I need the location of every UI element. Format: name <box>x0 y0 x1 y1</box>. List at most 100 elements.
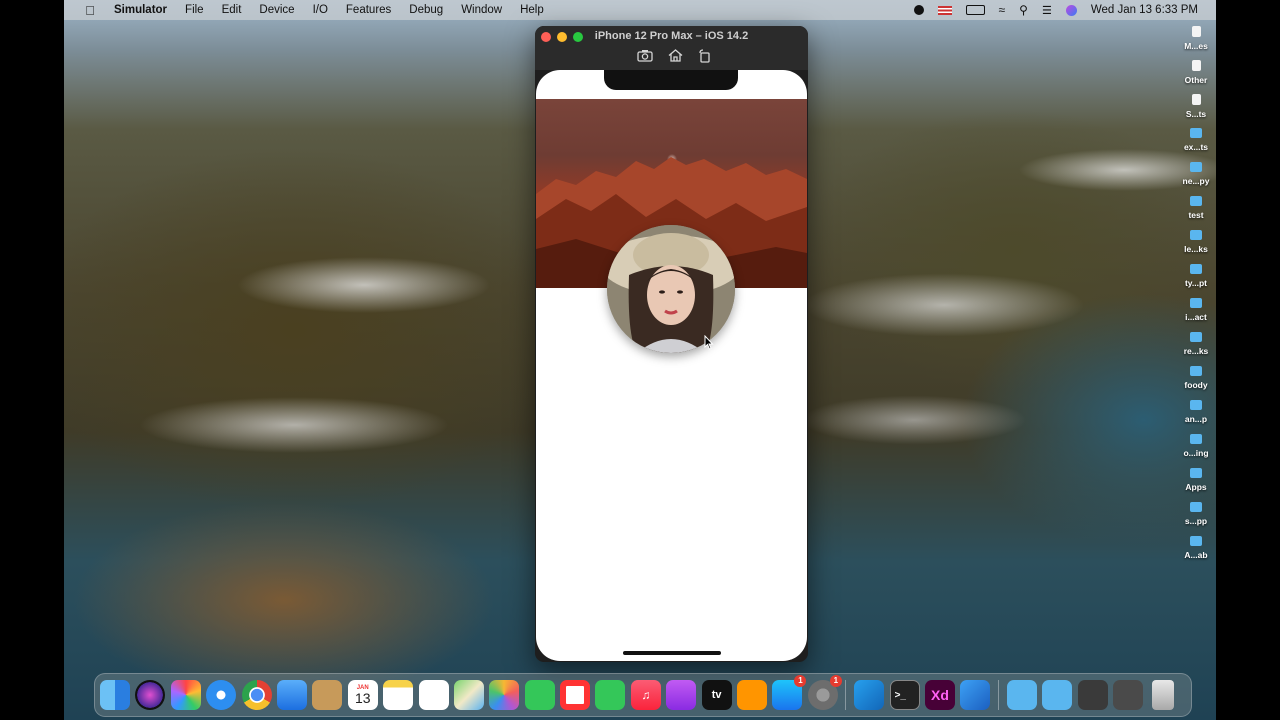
screenshot-thumb-icon[interactable] <box>1112 680 1143 710</box>
apple-icon[interactable]:  <box>80 3 100 18</box>
iphone-screen[interactable] <box>536 70 807 661</box>
photos-icon[interactable] <box>489 680 520 710</box>
folder-icon <box>1190 434 1202 444</box>
desktop-item[interactable]: Other <box>1176 60 1216 92</box>
file-icon <box>1191 60 1201 71</box>
home-indicator[interactable] <box>623 651 721 655</box>
menu-features[interactable]: Features <box>346 4 391 16</box>
finder-icon[interactable] <box>100 680 130 710</box>
folder-icon <box>1190 502 1202 512</box>
folder-icon <box>1190 536 1202 546</box>
calendar-day: 13 <box>354 690 371 706</box>
desktop-item[interactable]: an...p <box>1176 400 1216 432</box>
appstore-icon[interactable]: 1 <box>772 675 807 710</box>
rotate-icon[interactable] <box>698 49 712 66</box>
wifi-icon[interactable]: ≈ <box>999 3 1006 17</box>
menu-clock[interactable]: Wed Jan 13 6:33 PM <box>1091 4 1198 16</box>
menu-bar:  Simulator File Edit Device I/O Feature… <box>64 0 1216 20</box>
desktop-icons: M...es Other S...ts ex...ts ne...py test… <box>1176 24 1216 568</box>
menu-app-name[interactable]: Simulator <box>114 4 167 16</box>
dock: JAN 13 ♫ tv 1 1 >_ Xd <box>94 673 1192 717</box>
simulator-icon[interactable] <box>960 680 991 710</box>
siri-icon[interactable] <box>135 680 166 710</box>
menu-window[interactable]: Window <box>461 4 502 16</box>
music-icon[interactable]: ♫ <box>630 680 661 710</box>
file-icon <box>1191 26 1201 37</box>
adobe-xd-icon[interactable]: Xd <box>924 680 955 710</box>
window-titlebar[interactable]: iPhone 12 Pro Max – iOS 14.2 <box>535 26 808 70</box>
downloads-folder-icon[interactable] <box>1006 680 1037 710</box>
flag-icon[interactable] <box>937 5 952 15</box>
terminal-icon[interactable]: >_ <box>889 680 920 710</box>
folder-icon <box>1190 128 1202 138</box>
folder-icon <box>1190 366 1202 376</box>
vscode-icon[interactable] <box>854 680 885 710</box>
folder-icon <box>1190 468 1202 478</box>
menu-debug[interactable]: Debug <box>409 4 443 16</box>
siri-icon[interactable] <box>1065 4 1077 16</box>
window-title: iPhone 12 Pro Max – iOS 14.2 <box>594 30 749 42</box>
screenshot-icon[interactable] <box>637 49 653 65</box>
xd-label: Xd <box>931 687 949 703</box>
record-icon[interactable] <box>913 5 924 15</box>
battery-icon[interactable] <box>965 5 985 15</box>
podcasts-icon[interactable] <box>666 680 697 710</box>
desktop-item[interactable]: Apps <box>1176 468 1216 500</box>
desktop-item[interactable]: o...ing <box>1176 434 1216 466</box>
mouse-cursor-icon <box>704 335 714 350</box>
chrome-icon[interactable] <box>241 680 272 710</box>
profile-avatar[interactable] <box>607 225 735 353</box>
menu-file[interactable]: File <box>185 4 204 16</box>
desktop-item[interactable]: s...pp <box>1176 502 1216 534</box>
control-center-icon[interactable]: ☰ <box>1042 4 1052 17</box>
file-icon <box>1191 94 1201 105</box>
menu-io[interactable]: I/O <box>313 4 328 16</box>
search-icon[interactable]: ⚲ <box>1019 3 1028 17</box>
appletv-icon[interactable]: tv <box>701 680 732 710</box>
facetime-icon[interactable] <box>524 680 555 710</box>
desktop-item[interactable]: ty...pt <box>1176 264 1216 296</box>
simulator-window: iPhone 12 Pro Max – iOS 14.2 <box>535 26 808 662</box>
documents-folder-icon[interactable] <box>1042 680 1073 710</box>
desktop-item[interactable]: A...ab <box>1176 536 1216 568</box>
menu-device[interactable]: Device <box>259 4 294 16</box>
folder-icon <box>1190 230 1202 240</box>
screenshot-thumb-icon[interactable] <box>1077 680 1108 710</box>
contacts-icon[interactable] <box>312 680 343 710</box>
appletv-label: tv <box>711 689 722 701</box>
desktop-item[interactable]: M...es <box>1176 26 1216 58</box>
desktop-item[interactable]: test <box>1176 196 1216 228</box>
menu-help[interactable]: Help <box>520 4 544 16</box>
notes-icon[interactable] <box>383 680 414 710</box>
reminders-icon[interactable] <box>418 680 449 710</box>
settings-badge: 1 <box>829 675 842 687</box>
desktop-item[interactable]: i...act <box>1176 298 1216 330</box>
desktop-item[interactable]: le...ks <box>1176 230 1216 262</box>
trash-icon[interactable] <box>1152 680 1175 710</box>
status-area: ≈ ⚲ ☰ Wed Jan 13 6:33 PM <box>913 0 1198 20</box>
folder-icon <box>1190 196 1202 206</box>
calendar-icon[interactable]: JAN 13 <box>347 680 378 710</box>
menu-edit[interactable]: Edit <box>222 4 242 16</box>
settings-icon[interactable]: 1 <box>807 675 842 710</box>
dock-separator <box>845 680 847 710</box>
news-icon[interactable] <box>560 680 591 710</box>
messages-icon[interactable] <box>595 680 626 710</box>
desktop-item[interactable]: foody <box>1176 366 1216 398</box>
dock-separator <box>997 680 999 710</box>
safari-icon[interactable] <box>206 680 237 710</box>
maps-icon[interactable] <box>453 680 484 710</box>
appstore-badge: 1 <box>794 675 807 687</box>
books-icon[interactable] <box>737 680 768 710</box>
folder-icon <box>1190 264 1202 274</box>
desktop-item[interactable]: S...ts <box>1176 94 1216 126</box>
folder-icon <box>1190 400 1202 410</box>
desktop-item[interactable]: re...ks <box>1176 332 1216 364</box>
launchpad-icon[interactable] <box>170 680 201 710</box>
mail-icon[interactable] <box>276 680 307 710</box>
profile-photo <box>607 225 735 353</box>
desktop-item[interactable]: ex...ts <box>1176 128 1216 160</box>
desktop-item[interactable]: ne...py <box>1176 162 1216 194</box>
folder-icon <box>1190 332 1202 342</box>
home-icon[interactable] <box>668 49 683 65</box>
